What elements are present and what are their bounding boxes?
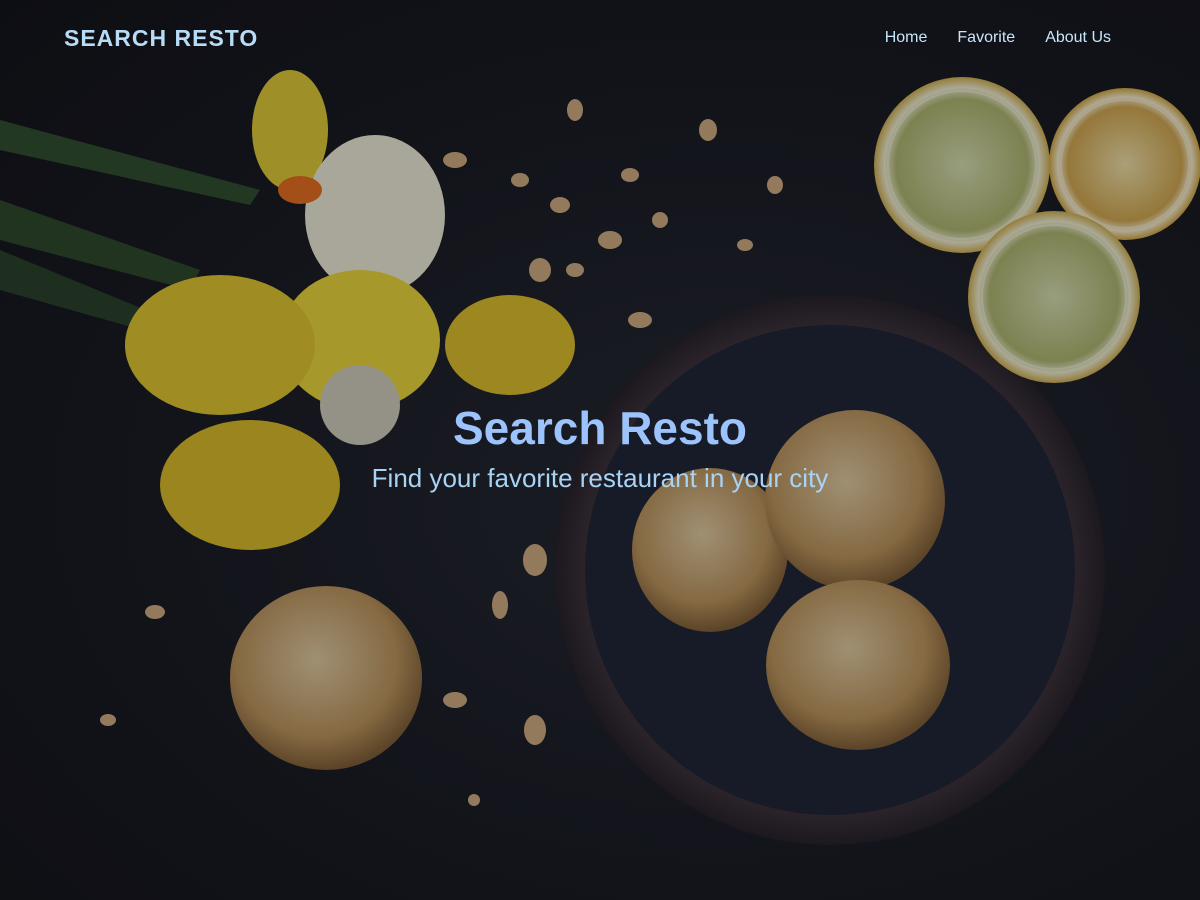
hero-subtitle: Find your favorite restaurant in your ci… [371, 463, 829, 493]
main-navigation: Home Favorite About Us [870, 21, 1126, 55]
nav-link-home[interactable]: Home [870, 21, 943, 55]
nav-item-about-us: About Us [1030, 21, 1126, 55]
top-navbar: SEARCH RESTO Home Favorite About Us [0, 0, 1200, 76]
brand-logo-link[interactable]: SEARCH RESTO [64, 25, 258, 52]
hero-title: Search Resto [452, 402, 747, 454]
nav-item-home: Home [870, 21, 943, 55]
hero-section: Search Resto Find your favorite restaura… [0, 398, 1200, 496]
nav-list: Home Favorite About Us [870, 21, 1126, 55]
nav-item-favorite: Favorite [942, 21, 1030, 55]
nav-link-about-us[interactable]: About Us [1030, 21, 1126, 55]
nav-link-favorite[interactable]: Favorite [942, 21, 1030, 55]
landing-page: SEARCH RESTO Home Favorite About Us Sear… [0, 0, 1200, 900]
